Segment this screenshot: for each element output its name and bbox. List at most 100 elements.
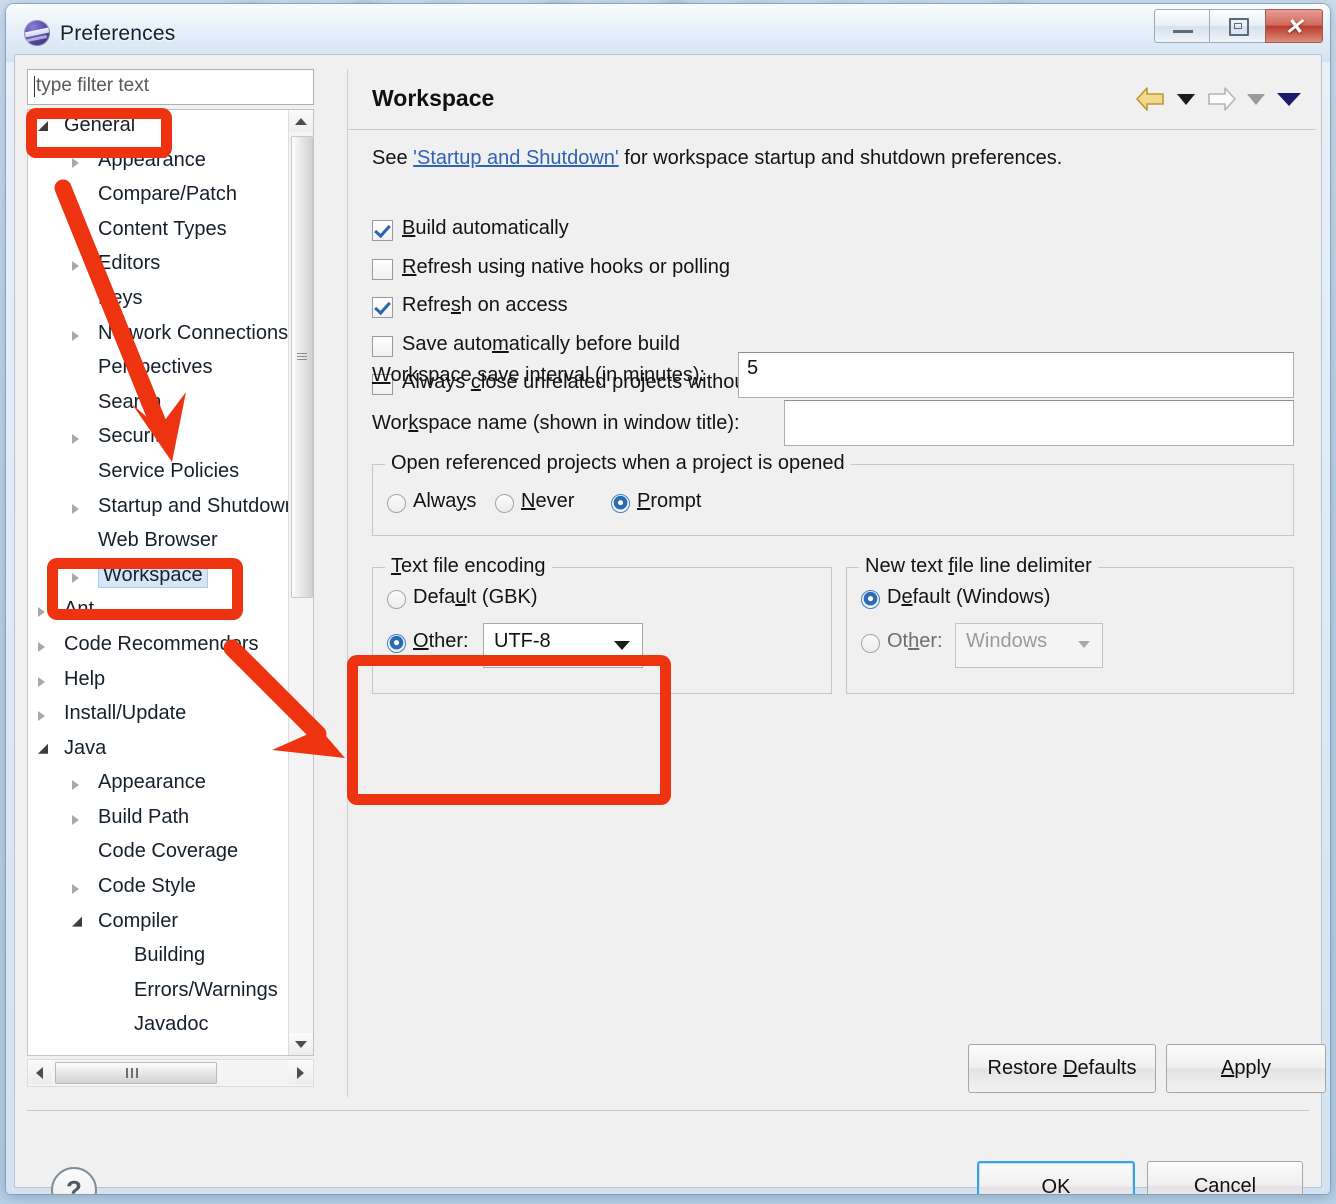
checkbox-checked-icon[interactable] [372,297,393,318]
cancel-button[interactable]: Cancel [1147,1161,1303,1194]
workspace-save-interval-input[interactable]: 5 [738,352,1294,398]
preferences-tree[interactable]: General Appearance Compare/Patch Content Ty… [27,109,314,1056]
restore-defaults-button[interactable]: Restore Defaults [968,1044,1156,1093]
tree-item-label: Code Recommenders [64,632,259,655]
apply-button[interactable]: Apply [1166,1044,1326,1093]
tree-item-building[interactable]: Building [28,940,313,975]
tree-item-code-style[interactable]: Code Style [28,871,313,906]
tree-horizontal-scrollbar[interactable] [27,1059,314,1087]
horizontal-scroll-thumb[interactable] [55,1062,217,1084]
tree-item-workspace[interactable]: Workspace [28,560,313,595]
question-mark-icon[interactable]: ? [51,1167,97,1194]
field-label-1: Workspace name (shown in window title): [372,412,740,434]
tree-collapsed-icon[interactable] [72,814,79,825]
tree-expanded-icon[interactable] [72,916,82,927]
checkbox-unchecked-icon[interactable] [372,258,393,280]
open-referenced-projects-title: Open referenced projects when a project … [385,452,851,475]
tree-item-compiler[interactable]: Compiler [28,906,313,941]
filter-input-wrapper[interactable]: type filter text [27,69,314,105]
tree-collapsed-icon[interactable] [72,434,79,445]
tree-item-label: Web Browser [98,529,218,552]
tree-item-label: Javadoc [134,1013,209,1036]
tree-collapsed-icon[interactable] [38,641,45,652]
ok-button[interactable]: OK [977,1161,1135,1194]
delimiter-combo-value: Windows [966,630,1048,652]
eclipse-logo-icon [24,20,50,46]
back-history-chevron-down-icon[interactable] [1177,93,1195,105]
tree-item-label: Perspectives [98,356,213,379]
preferences-window: Preferences ✕ type filter text General Ap… [6,4,1330,1194]
encoding-default-label: Default (GBK) [413,586,538,608]
tree-item-compare-patch[interactable]: Compare/Patch [28,179,313,214]
tree-item-startup-and-shutdown[interactable]: Startup and Shutdown [28,491,313,526]
checkbox-label: Refresh on access [402,294,568,316]
tree-item-errors-warnings[interactable]: Errors/Warnings [28,975,313,1010]
tree-item-content-types[interactable]: Content Types [28,214,313,249]
vertical-scroll-thumb[interactable] [291,136,313,598]
tree-item-perspectives[interactable]: Perspectives [28,352,313,387]
cancel-label: Cancel [1193,1174,1257,1195]
tree-collapsed-icon[interactable] [72,780,79,791]
tree-item-security[interactable]: Security [28,421,313,456]
tree-expanded-icon[interactable] [38,743,48,754]
tree-item-appearance[interactable]: Appearance [28,767,313,802]
checkbox-unchecked-icon[interactable] [372,335,393,357]
tree-collapsed-icon[interactable] [38,607,45,618]
tree-expanded-icon[interactable] [38,121,48,131]
radio-unselected-icon[interactable] [387,494,406,513]
tree-item-label: Ant [64,598,95,621]
close-button[interactable]: ✕ [1265,9,1323,43]
mnemonic-letter: s [450,294,461,316]
delimiter-default-radio[interactable] [861,590,880,609]
checkbox-checked-icon[interactable] [372,220,393,241]
tree-collapsed-icon[interactable] [38,676,45,687]
tree-item-help[interactable]: Help [28,664,313,699]
scroll-down-button[interactable] [289,1033,313,1055]
tree-collapsed-icon[interactable] [72,157,79,168]
workspace-name-input[interactable] [784,400,1294,446]
maximize-button[interactable] [1209,9,1268,43]
minimize-button[interactable] [1154,9,1212,43]
tree-vertical-scrollbar[interactable] [288,110,313,1055]
tree-item-label: Code Coverage [98,840,239,863]
radio-selected-icon[interactable] [611,494,630,513]
tree-collapsed-icon[interactable] [72,503,79,514]
tree-item-general[interactable]: General [28,110,313,145]
tree-item-keys[interactable]: Keys [28,283,313,318]
tree-item-code-coverage[interactable]: Code Coverage [28,836,313,871]
tree-collapsed-icon[interactable] [72,884,79,895]
encoding-other-radio[interactable] [387,634,406,653]
scroll-left-button[interactable] [28,1060,52,1084]
tree-item-ant[interactable]: Ant [28,594,313,629]
tree-collapsed-icon[interactable] [72,261,79,272]
encoding-combo[interactable]: UTF-8 [483,623,643,668]
radio-unselected-icon[interactable] [495,494,514,513]
encoding-default-radio[interactable] [387,590,406,609]
tree-collapsed-icon[interactable] [38,711,45,722]
view-menu-chevron-down-icon[interactable] [1277,92,1301,106]
tree-item-label: General [64,114,136,136]
tree-collapsed-icon[interactable] [72,330,79,341]
tree-item-service-policies[interactable]: Service Policies [28,456,313,491]
delimiter-other-radio[interactable] [861,634,880,653]
tree-item-web-browser[interactable]: Web Browser [28,525,313,560]
tree-item-label: Java [64,736,107,759]
tree-item-search[interactable]: Search [28,387,313,422]
tree-collapsed-icon[interactable] [72,572,79,583]
tree-item-appearance[interactable]: Appearance [28,145,313,180]
tree-item-editors[interactable]: Editors [28,248,313,283]
scroll-up-button[interactable] [289,110,313,132]
scroll-right-button[interactable] [289,1060,313,1084]
tree-item-javadoc[interactable]: Javadoc [28,1009,313,1044]
tree-item-build-path[interactable]: Build Path [28,802,313,837]
tree-item-code-recommenders[interactable]: Code Recommenders [28,629,313,664]
encoding-other-label: Other: [413,630,469,652]
chevron-down-icon[interactable] [614,641,630,650]
radio-label: Never [521,490,575,512]
back-arrow-icon[interactable] [1134,85,1168,113]
tree-item-network-connections[interactable]: Network Connections [28,318,313,353]
tree-item-install-update[interactable]: Install/Update [28,698,313,733]
startup-and-shutdown-link[interactable]: 'Startup and Shutdown' [413,147,619,169]
open-referenced-projects-group: Open referenced projects when a project … [372,452,1294,536]
tree-item-java[interactable]: Java [28,733,313,768]
